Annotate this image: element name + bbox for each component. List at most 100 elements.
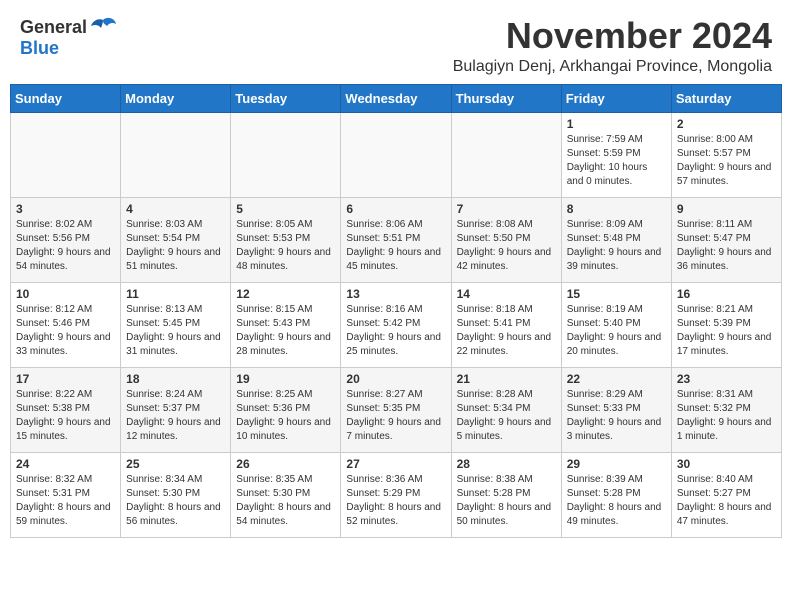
calendar-week-row: 1 Sunrise: 7:59 AM Sunset: 5:59 PM Daylig… [11,112,782,197]
header-saturday: Saturday [671,84,781,112]
empty-day-cell [451,112,561,197]
calendar-week-row: 24 Sunrise: 8:32 AM Sunset: 5:31 PM Dayli… [11,452,782,537]
day-info: Sunrise: 8:15 AM Sunset: 5:43 PM Dayligh… [236,303,335,359]
header-tuesday: Tuesday [231,84,341,112]
day-number: 29 [567,457,666,471]
day-number: 5 [236,202,335,216]
day-cell: 17 Sunrise: 8:22 AM Sunset: 5:38 PM Dayli… [11,367,121,452]
day-number: 8 [567,202,666,216]
day-number: 20 [346,372,445,386]
day-cell: 12 Sunrise: 8:15 AM Sunset: 5:43 PM Dayli… [231,282,341,367]
day-cell: 7 Sunrise: 8:08 AM Sunset: 5:50 PM Daylig… [451,197,561,282]
day-cell: 10 Sunrise: 8:12 AM Sunset: 5:46 PM Dayli… [11,282,121,367]
day-cell: 11Sunrise: 8:13 AM Sunset: 5:45 PM Dayli… [121,282,231,367]
day-cell: 26Sunrise: 8:35 AM Sunset: 5:30 PM Dayli… [231,452,341,537]
day-info: Sunrise: 8:02 AM Sunset: 5:56 PM Dayligh… [16,218,115,274]
day-number: 22 [567,372,666,386]
day-number: 30 [677,457,776,471]
day-number: 21 [457,372,556,386]
header-friday: Friday [561,84,671,112]
day-info: Sunrise: 8:19 AM Sunset: 5:40 PM Dayligh… [567,303,666,359]
day-info: Sunrise: 8:25 AM Sunset: 5:36 PM Dayligh… [236,388,335,444]
day-cell: 25 Sunrise: 8:34 AM Sunset: 5:30 PM Dayli… [121,452,231,537]
day-info: Sunrise: 8:28 AM Sunset: 5:34 PM Dayligh… [457,388,556,444]
day-info: Sunrise: 8:08 AM Sunset: 5:50 PM Dayligh… [457,218,556,274]
day-info: Sunrise: 8:11 AM Sunset: 5:47 PM Dayligh… [677,218,776,274]
day-cell: 29 Sunrise: 8:39 AM Sunset: 5:28 PM Dayli… [561,452,671,537]
day-number: 19 [236,372,335,386]
day-number: 25 [126,457,225,471]
day-info: Sunrise: 7:59 AM Sunset: 5:59 PM Dayligh… [567,133,666,189]
day-number: 12 [236,287,335,301]
day-info: Sunrise: 8:24 AM Sunset: 5:37 PM Dayligh… [126,388,225,444]
empty-day-cell [11,112,121,197]
logo-general-text: General [20,17,87,38]
day-info: Sunrise: 8:36 AM Sunset: 5:29 PM Dayligh… [346,473,445,529]
day-info: Sunrise: 8:38 AM Sunset: 5:28 PM Dayligh… [457,473,556,529]
calendar-table: Sunday Monday Tuesday Wednesday Thursday… [10,84,782,538]
day-number: 24 [16,457,115,471]
day-number: 14 [457,287,556,301]
day-info: Sunrise: 8:39 AM Sunset: 5:28 PM Dayligh… [567,473,666,529]
day-info: Sunrise: 8:18 AM Sunset: 5:41 PM Dayligh… [457,303,556,359]
day-info: Sunrise: 8:03 AM Sunset: 5:54 PM Dayligh… [126,218,225,274]
day-cell: 1 Sunrise: 7:59 AM Sunset: 5:59 PM Daylig… [561,112,671,197]
day-number: 23 [677,372,776,386]
day-info: Sunrise: 8:22 AM Sunset: 5:38 PM Dayligh… [16,388,115,444]
header-sunday: Sunday [11,84,121,112]
day-number: 4 [126,202,225,216]
day-number: 2 [677,117,776,131]
logo-blue-text: Blue [20,38,59,59]
day-number: 10 [16,287,115,301]
day-number: 26 [236,457,335,471]
day-info: Sunrise: 8:34 AM Sunset: 5:30 PM Dayligh… [126,473,225,529]
day-info: Sunrise: 8:31 AM Sunset: 5:32 PM Dayligh… [677,388,776,444]
day-number: 7 [457,202,556,216]
day-info: Sunrise: 8:13 AM Sunset: 5:45 PM Dayligh… [126,303,225,359]
logo-bird-icon [89,16,117,38]
day-info: Sunrise: 8:12 AM Sunset: 5:46 PM Dayligh… [16,303,115,359]
day-number: 15 [567,287,666,301]
day-info: Sunrise: 8:21 AM Sunset: 5:39 PM Dayligh… [677,303,776,359]
day-number: 1 [567,117,666,131]
day-info: Sunrise: 8:16 AM Sunset: 5:42 PM Dayligh… [346,303,445,359]
day-info: Sunrise: 8:29 AM Sunset: 5:33 PM Dayligh… [567,388,666,444]
day-cell: 13Sunrise: 8:16 AM Sunset: 5:42 PM Dayli… [341,282,451,367]
day-cell: 15 Sunrise: 8:19 AM Sunset: 5:40 PM Dayli… [561,282,671,367]
day-info: Sunrise: 8:40 AM Sunset: 5:27 PM Dayligh… [677,473,776,529]
day-cell: 2 Sunrise: 8:00 AM Sunset: 5:57 PM Daylig… [671,112,781,197]
day-number: 16 [677,287,776,301]
empty-day-cell [341,112,451,197]
day-number: 27 [346,457,445,471]
day-number: 6 [346,202,445,216]
calendar-header-row: Sunday Monday Tuesday Wednesday Thursday… [11,84,782,112]
day-cell: 14 Sunrise: 8:18 AM Sunset: 5:41 PM Dayli… [451,282,561,367]
empty-day-cell [121,112,231,197]
day-cell: 6Sunrise: 8:06 AM Sunset: 5:51 PM Daylig… [341,197,451,282]
day-info: Sunrise: 8:27 AM Sunset: 5:35 PM Dayligh… [346,388,445,444]
day-cell: 18 Sunrise: 8:24 AM Sunset: 5:37 PM Dayli… [121,367,231,452]
header-thursday: Thursday [451,84,561,112]
day-number: 17 [16,372,115,386]
day-info: Sunrise: 8:09 AM Sunset: 5:48 PM Dayligh… [567,218,666,274]
day-info: Sunrise: 8:05 AM Sunset: 5:53 PM Dayligh… [236,218,335,274]
day-cell: 30 Sunrise: 8:40 AM Sunset: 5:27 PM Dayli… [671,452,781,537]
calendar-week-row: 3 Sunrise: 8:02 AM Sunset: 5:56 PM Daylig… [11,197,782,282]
day-cell: 22 Sunrise: 8:29 AM Sunset: 5:33 PM Dayli… [561,367,671,452]
day-info: Sunrise: 8:00 AM Sunset: 5:57 PM Dayligh… [677,133,776,189]
day-cell: 27 Sunrise: 8:36 AM Sunset: 5:29 PM Dayli… [341,452,451,537]
day-cell: 24 Sunrise: 8:32 AM Sunset: 5:31 PM Dayli… [11,452,121,537]
day-cell: 19 Sunrise: 8:25 AM Sunset: 5:36 PM Dayli… [231,367,341,452]
day-info: Sunrise: 8:32 AM Sunset: 5:31 PM Dayligh… [16,473,115,529]
day-cell: 20 Sunrise: 8:27 AM Sunset: 5:35 PM Dayli… [341,367,451,452]
title-block: November 2024 Bulagiyn Denj, Arkhangai P… [453,16,772,76]
day-number: 28 [457,457,556,471]
day-cell: 16 Sunrise: 8:21 AM Sunset: 5:39 PM Dayli… [671,282,781,367]
day-number: 18 [126,372,225,386]
day-cell: 9 Sunrise: 8:11 AM Sunset: 5:47 PM Daylig… [671,197,781,282]
day-number: 3 [16,202,115,216]
header-monday: Monday [121,84,231,112]
calendar-week-row: 17 Sunrise: 8:22 AM Sunset: 5:38 PM Dayli… [11,367,782,452]
month-year-title: November 2024 [453,16,772,56]
day-number: 9 [677,202,776,216]
